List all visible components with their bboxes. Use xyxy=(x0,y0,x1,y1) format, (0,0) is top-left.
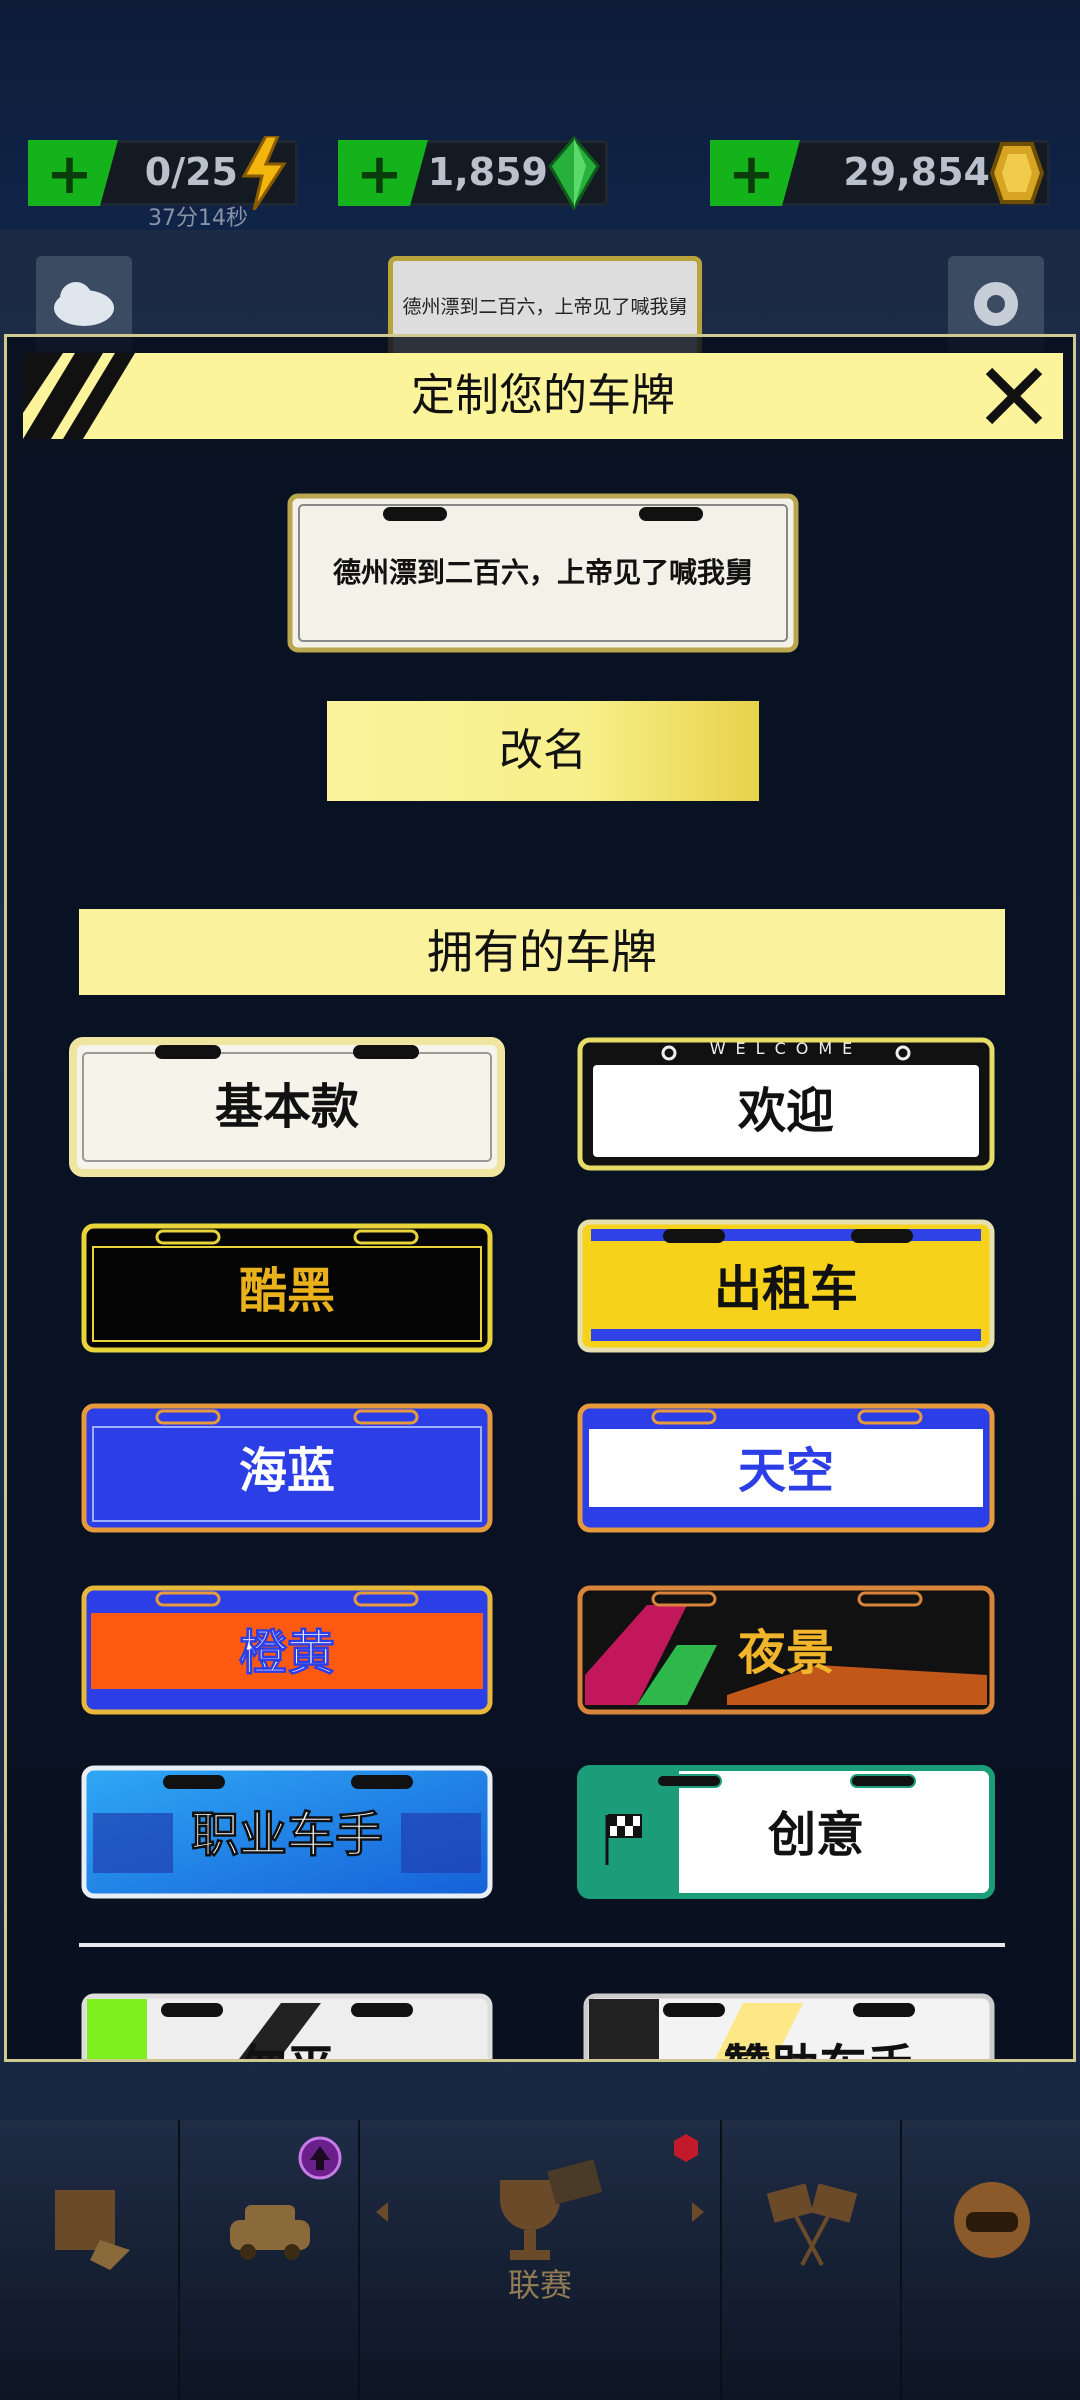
plate-welcome[interactable]: WELCOME 欢迎 xyxy=(577,1037,995,1171)
rename-button[interactable]: 改名 xyxy=(327,701,759,801)
tab-league[interactable]: 联赛 xyxy=(360,2120,722,2400)
plate-label: 勿平 xyxy=(81,1993,493,2059)
plate-label: 赞助车手 xyxy=(643,1993,995,2059)
add-gem-button[interactable]: + xyxy=(338,140,428,206)
dialog-title: 定制您的车牌 xyxy=(411,370,675,421)
checkered-flags-icon xyxy=(766,2183,858,2266)
car-icon xyxy=(230,2205,310,2260)
plate-creative[interactable]: 创意 xyxy=(577,1765,995,1899)
bottom-nav: 联赛 xyxy=(0,2120,1080,2400)
plate-sea-blue[interactable]: 海蓝 xyxy=(81,1403,493,1533)
plate-partial-left[interactable]: 勿平 xyxy=(81,1993,493,2059)
owned-plates-title: 拥有的车牌 xyxy=(79,909,1005,995)
tab-league-label: 联赛 xyxy=(507,2266,572,2304)
lightning-icon xyxy=(241,136,287,210)
plate-label: 天空 xyxy=(737,1443,834,1499)
plate-black[interactable]: 酷黑 xyxy=(81,1223,493,1353)
plate-label: 出租车 xyxy=(713,1261,858,1317)
plate-basic[interactable]: 基本款 xyxy=(69,1037,505,1177)
plate-label: 橙黄 xyxy=(238,1625,335,1682)
plate-pro-racer[interactable]: 职业车手 xyxy=(81,1765,493,1899)
top-resource-bar: + 0/25 37分14秒 + 1,859 + 29,854 xyxy=(0,0,1080,231)
plate-orange[interactable]: 橙黄 xyxy=(81,1585,493,1715)
shop-icon xyxy=(55,2190,130,2270)
plate-label: 欢迎 xyxy=(737,1083,834,1139)
alert-badge-icon xyxy=(674,2134,698,2162)
dialog-header: 定制您的车牌 xyxy=(23,353,1063,439)
tab-race[interactable] xyxy=(722,2120,902,2400)
add-coin-button[interactable]: + xyxy=(710,140,800,206)
energy-timer: 37分14秒 xyxy=(148,206,248,231)
upgrade-badge-icon xyxy=(298,2136,342,2180)
energy-value: 0/25 xyxy=(144,150,238,194)
current-plate-text: 德州漂到二百六，上帝见了喊我舅 xyxy=(332,556,753,589)
add-energy-button[interactable]: + xyxy=(28,140,118,206)
plate-label: 基本款 xyxy=(214,1079,359,1135)
tab-profile[interactable] xyxy=(902,2120,1080,2400)
energy-counter[interactable]: + 0/25 xyxy=(28,136,298,210)
plate-sponsor[interactable]: 赞助车手 xyxy=(583,1993,995,2059)
chevron-left-icon xyxy=(376,2202,388,2222)
coin-value: 29,854 xyxy=(843,150,990,194)
helmet-icon xyxy=(954,2182,1030,2258)
plate-customization-dialog: 定制您的车牌 德州漂到二百六，上帝见了喊我舅 改名 拥有的车牌 基本款 WELC… xyxy=(4,334,1076,2062)
trophy-icon xyxy=(500,2160,603,2260)
close-icon[interactable] xyxy=(979,361,1049,431)
plate-label: 海蓝 xyxy=(238,1443,335,1499)
section-divider xyxy=(79,1943,1005,1947)
tab-shop[interactable] xyxy=(0,2120,180,2400)
plate-label: 职业车手 xyxy=(190,1807,383,1864)
plate-label: 酷黑 xyxy=(238,1263,335,1319)
plate-sky[interactable]: 天空 xyxy=(577,1403,995,1533)
chevron-right-icon xyxy=(692,2202,704,2222)
gem-value: 1,859 xyxy=(427,150,548,194)
plate-night[interactable]: 夜景 xyxy=(577,1585,995,1715)
gem-counter[interactable]: + 1,859 xyxy=(338,136,608,210)
coin-counter[interactable]: + 29,854 xyxy=(710,140,1050,206)
tab-garage[interactable] xyxy=(180,2120,360,2400)
green-gem-icon xyxy=(548,136,600,210)
gold-coin-icon xyxy=(989,142,1044,204)
current-plate-preview: 德州漂到二百六，上帝见了喊我舅 xyxy=(287,493,799,653)
plate-label: 夜景 xyxy=(737,1625,834,1681)
plate-label: 创意 xyxy=(767,1807,864,1863)
plate-taxi[interactable]: 出租车 xyxy=(577,1219,995,1353)
